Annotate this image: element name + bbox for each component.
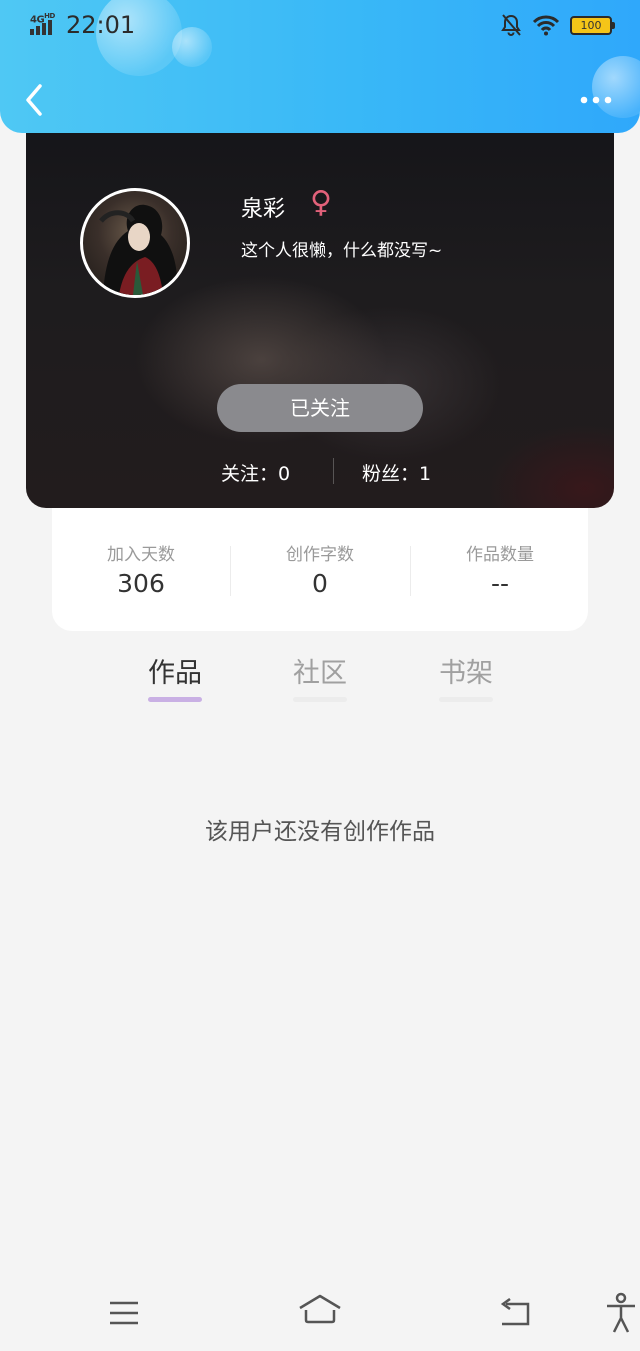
more-dots-icon — [580, 96, 612, 104]
system-nav-bar — [0, 1276, 640, 1351]
stat-label: 创作字数 — [286, 545, 354, 565]
home-icon — [299, 1294, 341, 1324]
stat-value: 306 — [117, 569, 165, 598]
tab-works[interactable]: 作品 — [145, 651, 205, 690]
user-bio: 这个人很懒，什么都没写~ — [241, 241, 443, 261]
follow-button[interactable]: 已关注 — [217, 384, 423, 432]
bell-off-icon — [501, 14, 521, 36]
accessibility-button[interactable] — [604, 1292, 638, 1340]
stat-word-count: 创作字数 0 — [231, 540, 409, 598]
header-bar: 4GHD 22:01 100 — [0, 0, 640, 133]
divider — [333, 458, 334, 484]
menu-icon — [110, 1301, 138, 1325]
status-bar: 4GHD 22:01 100 — [0, 0, 640, 50]
stat-join-days: 加入天数 306 — [52, 540, 230, 598]
signal-icon: 4GHD — [30, 12, 60, 38]
home-button[interactable] — [296, 1292, 344, 1330]
wifi-icon — [532, 15, 560, 36]
followers-count[interactable]: 粉丝：1 — [362, 459, 431, 486]
tab-indicator — [439, 697, 493, 702]
following-count[interactable]: 关注：0 — [221, 459, 290, 486]
gender-female-icon: ♀ — [310, 185, 332, 220]
back-button[interactable] — [20, 80, 56, 120]
stat-label: 作品数量 — [466, 545, 534, 565]
empty-state-message: 该用户还没有创作作品 — [205, 819, 435, 845]
chevron-left-icon — [26, 84, 42, 116]
back-nav-button[interactable] — [496, 1297, 534, 1332]
tab-indicator — [293, 697, 347, 702]
avatar-image — [99, 204, 178, 295]
tab-indicator-active — [148, 697, 202, 702]
avatar[interactable] — [80, 188, 190, 298]
menu-button[interactable] — [106, 1300, 142, 1330]
stat-works-count: 作品数量 -- — [411, 540, 589, 598]
stat-label: 加入天数 — [107, 545, 175, 565]
accessibility-icon — [607, 1292, 635, 1333]
stat-value: -- — [490, 569, 510, 598]
stats-card: 加入天数 306 创作字数 0 作品数量 -- — [52, 508, 588, 631]
stat-value: 0 — [312, 569, 328, 598]
tab-bookshelf[interactable]: 书架 — [436, 651, 496, 690]
tab-community[interactable]: 社区 — [290, 651, 350, 690]
battery-indicator: 100 — [570, 15, 615, 35]
profile-card: 泉彩 ♀ 这个人很懒，什么都没写~ 已关注 关注：0 粉丝：1 — [26, 118, 614, 508]
return-icon — [500, 1297, 530, 1326]
follow-stats: 关注：0 粉丝：1 — [26, 456, 614, 486]
clock: 22:01 — [66, 11, 136, 39]
more-button[interactable] — [578, 86, 614, 114]
username: 泉彩 — [241, 197, 286, 222]
